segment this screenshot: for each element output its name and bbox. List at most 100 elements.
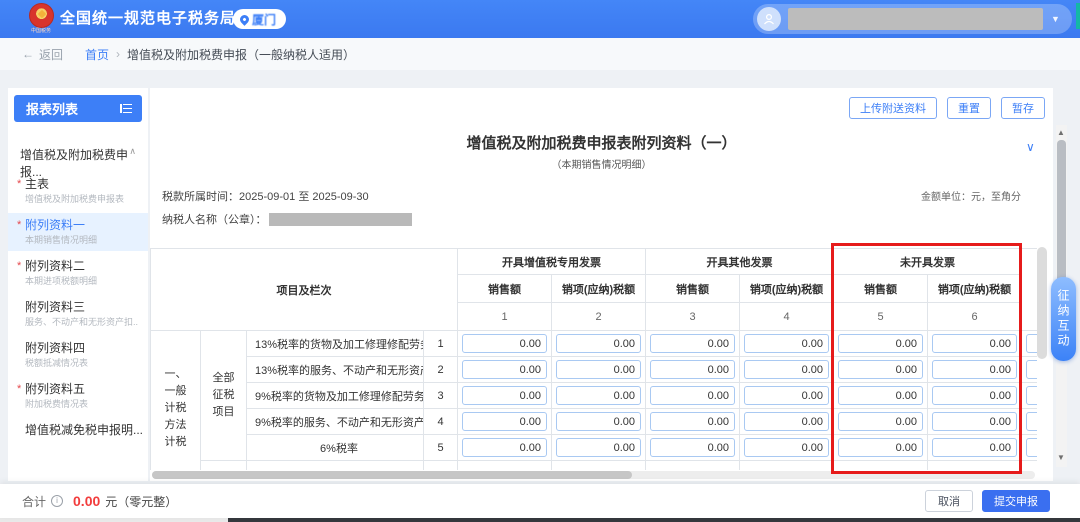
- amount-input-r3c6[interactable]: [932, 386, 1017, 405]
- item-subtitle: 税额抵减情况表: [25, 357, 142, 369]
- amount-input-r5c7[interactable]: [1026, 438, 1037, 457]
- amount-input-r3c2[interactable]: [556, 386, 641, 405]
- location-selector[interactable]: 厦门: [233, 9, 286, 29]
- amount-input-r2c1[interactable]: [462, 360, 547, 379]
- row-number: 2: [424, 357, 458, 383]
- form-title: 增值税及附加税费申报表附列资料（一）: [150, 132, 1053, 153]
- interaction-float-tab[interactable]: 征纳互动: [1051, 277, 1076, 361]
- amount-input-r1c3[interactable]: [650, 334, 735, 353]
- window-bottom-edge: [0, 518, 1080, 522]
- reset-button[interactable]: 重置: [947, 97, 991, 119]
- amount-input-r4c6[interactable]: [932, 412, 1017, 431]
- amount-input-r2c6[interactable]: [932, 360, 1017, 379]
- subheader-sales: 销售额: [458, 275, 552, 303]
- amount-input-r1c4[interactable]: [744, 334, 829, 353]
- amount-input-r3c5[interactable]: [838, 386, 923, 405]
- scroll-up-icon[interactable]: ▲: [1057, 128, 1065, 137]
- back-button[interactable]: ← 返回: [22, 46, 63, 63]
- table-row: 13%税率的服务、不动产和无形资产 2: [151, 357, 1038, 383]
- sidebar-item-appendix-3[interactable]: 附列资料三 服务、不动产和无形资产扣..: [8, 295, 148, 333]
- portal-title: 全国统一规范电子税务局: [60, 0, 236, 38]
- edge-widget-fragment: [1076, 3, 1080, 29]
- collapse-form-chevron-icon[interactable]: ∨: [1026, 140, 1035, 154]
- row-number: 4: [424, 409, 458, 435]
- subsection-label: 全部征税项目: [201, 331, 247, 461]
- report-list-sidebar: 报表列表 增值税及附加税费申报... ∧ * 主表 增值税及附加税费申报表 * …: [8, 88, 148, 481]
- item-subtitle: 增值税及附加税费申报表: [25, 193, 142, 205]
- amount-input-r4c5[interactable]: [838, 412, 923, 431]
- table-vertical-scrollbar[interactable]: [1037, 247, 1047, 359]
- amount-input-r1c5[interactable]: [838, 334, 923, 353]
- amount-input-r3c3[interactable]: [650, 386, 735, 405]
- col-group-other-invoice: 开具其他发票: [646, 249, 834, 275]
- amount-input-r1c6[interactable]: [932, 334, 1017, 353]
- app-window: 中国税务 全国统一规范电子税务局 厦门 ▼ ← 返回 首页 › 增值税及附加税费…: [0, 0, 1080, 522]
- scroll-down-icon[interactable]: ▼: [1057, 453, 1065, 462]
- amount-input-r3c4[interactable]: [744, 386, 829, 405]
- cancel-button[interactable]: 取消: [925, 490, 973, 512]
- amount-input-r1c7[interactable]: [1026, 334, 1037, 353]
- collapse-panel-icon[interactable]: [120, 104, 132, 114]
- amount-unit-note: 金额单位：元，至角分: [921, 188, 1021, 203]
- amount-input-r5c3[interactable]: [650, 438, 735, 457]
- row-number: 1: [424, 331, 458, 357]
- chevron-down-icon[interactable]: ▼: [1051, 14, 1060, 24]
- column-number: 3: [646, 303, 740, 331]
- breadcrumb-home-link[interactable]: 首页: [85, 46, 109, 63]
- amount-input-r4c2[interactable]: [556, 412, 641, 431]
- sidebar-item-appendix-5[interactable]: * 附列资料五 附加税费情况表: [8, 377, 148, 415]
- amount-input-r3c1[interactable]: [462, 386, 547, 405]
- user-account-menu[interactable]: ▼: [753, 4, 1072, 34]
- amount-input-r2c3[interactable]: [650, 360, 735, 379]
- save-draft-button[interactable]: 暂存: [1001, 97, 1045, 119]
- upload-attachments-button[interactable]: 上传附送资料: [849, 97, 937, 119]
- sidebar-item-main-form[interactable]: * 主表 增值税及附加税费申报表: [8, 172, 148, 210]
- horizontal-scroll-thumb[interactable]: [152, 471, 632, 479]
- amount-input-r4c4[interactable]: [744, 412, 829, 431]
- amount-input-r5c4[interactable]: [744, 438, 829, 457]
- total-label: 合计: [22, 493, 46, 510]
- username-redacted: [788, 8, 1043, 30]
- item-subtitle: 本期销售情况明细: [25, 234, 142, 246]
- row-label: 6%税率: [247, 435, 424, 461]
- amount-input-r5c1[interactable]: [462, 438, 547, 457]
- amount-input-r1c1[interactable]: [462, 334, 547, 353]
- form-toolbar: 上传附送资料 重置 暂存: [849, 97, 1045, 119]
- location-pin-icon: [238, 13, 251, 26]
- logo-caption: 中国税务: [27, 28, 55, 34]
- amount-input-r1c2[interactable]: [556, 334, 641, 353]
- sidebar-item-appendix-4[interactable]: 附列资料四 税额抵减情况表: [8, 336, 148, 374]
- taxpayer-label: 纳税人名称（公章）：: [162, 211, 267, 227]
- section-label: 一、一般计税方法计税: [151, 331, 201, 471]
- amount-input-r2c7[interactable]: [1026, 360, 1037, 379]
- amount-input-r5c6[interactable]: [932, 438, 1017, 457]
- footer-actions: 取消 提交申报: [925, 490, 1050, 512]
- info-icon[interactable]: i: [51, 495, 63, 507]
- sidebar-item-vat-reduction[interactable]: 增值税减免税申报明...: [8, 418, 148, 443]
- taxpayer-name-row: 纳税人名称（公章）：: [162, 211, 412, 227]
- amount-input-r4c1[interactable]: [462, 412, 547, 431]
- amount-input-r2c4[interactable]: [744, 360, 829, 379]
- required-star-icon: *: [17, 178, 21, 190]
- sidebar-item-appendix-1[interactable]: * 附列资料一 本期销售情况明细: [8, 213, 148, 251]
- sidebar-item-appendix-2[interactable]: * 附列资料二 本期进项税额明细: [8, 254, 148, 292]
- table-horizontal-scrollbar[interactable]: [152, 471, 1035, 479]
- amount-input-r3c7[interactable]: [1026, 386, 1037, 405]
- amount-input-r5c5[interactable]: [838, 438, 923, 457]
- submit-declaration-button[interactable]: 提交申报: [982, 490, 1050, 512]
- amount-input-r2c2[interactable]: [556, 360, 641, 379]
- sidebar-title: 报表列表: [26, 99, 78, 118]
- amount-input-r5c2[interactable]: [556, 438, 641, 457]
- total-suffix: 元（零元整）: [105, 493, 177, 510]
- amount-input-r4c7[interactable]: [1026, 412, 1037, 431]
- column-number: 6: [928, 303, 1022, 331]
- required-star-icon: *: [17, 260, 21, 272]
- subheader-sales: 销售额: [646, 275, 740, 303]
- location-label: 厦门: [252, 11, 276, 28]
- table-row: 一、一般计税方法计税 全部征税项目 13%税率的货物及加工修理修配劳务 1: [151, 331, 1038, 357]
- amount-input-r2c5[interactable]: [838, 360, 923, 379]
- top-header-bar: 中国税务 全国统一规范电子税务局 厦门 ▼: [0, 0, 1080, 38]
- amount-input-r4c3[interactable]: [650, 412, 735, 431]
- required-star-icon: *: [17, 219, 21, 231]
- sales-detail-table: 项目及栏次 开具增值税专用发票 开具其他发票 未开具发票 销售额 销项(应纳)税…: [150, 248, 1037, 470]
